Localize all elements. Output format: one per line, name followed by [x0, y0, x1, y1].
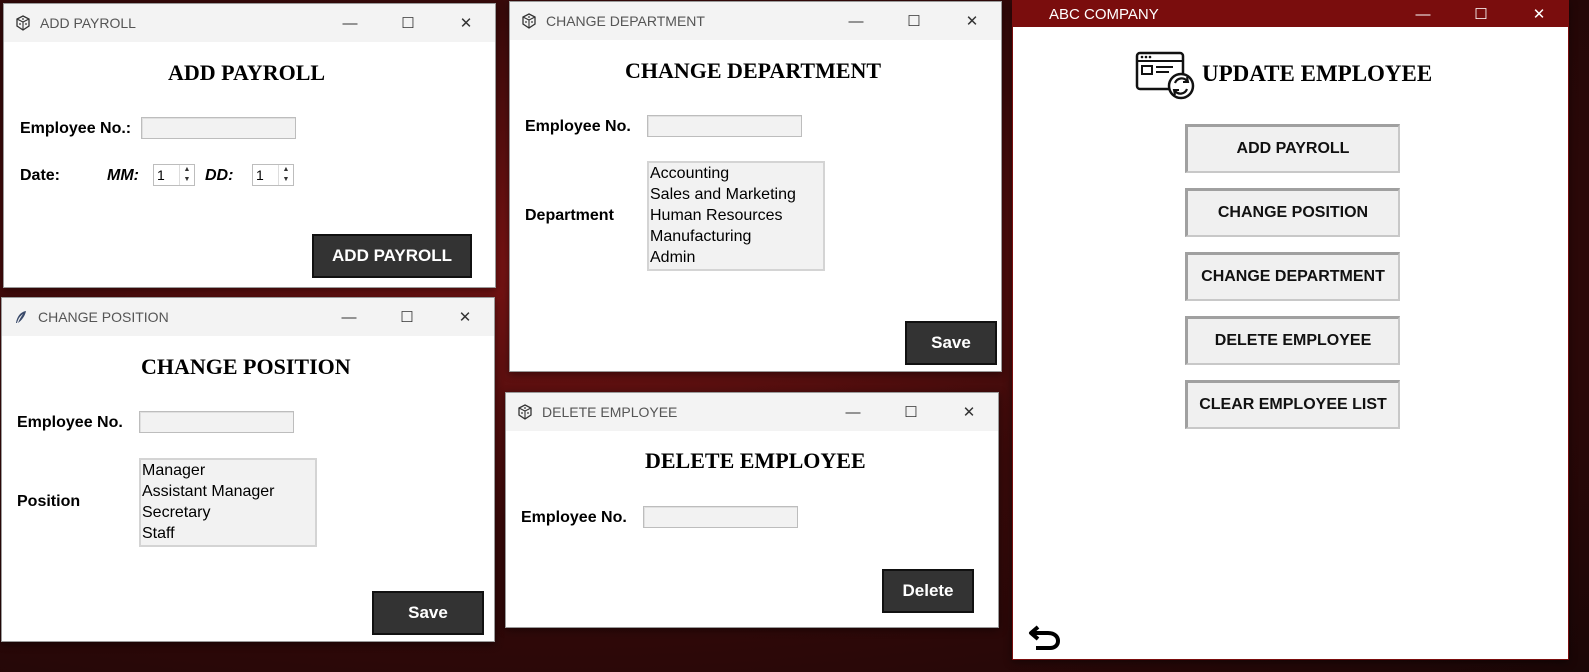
close-icon[interactable]: ✕	[940, 393, 998, 431]
delete-employee-window: DELETE EMPLOYEE — ☐ ✕ DELETE EMPLOYEE Em…	[505, 392, 999, 628]
page-title: DELETE EMPLOYEE	[645, 448, 866, 473]
update-employee-icon	[1135, 50, 1199, 102]
department-label: Department	[525, 207, 614, 224]
abc-company-titlebar[interactable]: ABC COMPANY — ☐ ✕	[1013, 1, 1568, 27]
window-title: CHANGE POSITION	[38, 309, 169, 325]
position-label: Position	[17, 493, 81, 510]
dice-icon	[520, 12, 538, 30]
change-department-window: CHANGE DEPARTMENT — ☐ ✕ CHANGE DEPARTMEN…	[509, 1, 1002, 372]
list-item[interactable]: Admin	[650, 247, 823, 268]
employee-label: Employee No.	[521, 509, 627, 526]
minimize-icon[interactable]: —	[824, 393, 882, 431]
list-item[interactable]: Manufacturing	[650, 226, 823, 247]
change-position-titlebar[interactable]: CHANGE POSITION — ☐ ✕	[2, 298, 494, 336]
month-value: 1	[157, 167, 165, 183]
add-payroll-titlebar[interactable]: ADD PAYROLL — ☐ ✕	[4, 4, 495, 42]
dd-label: DD:	[205, 167, 234, 184]
close-icon[interactable]: ✕	[437, 4, 495, 42]
back-arrow-icon[interactable]	[1028, 621, 1062, 651]
list-item[interactable]: Staff	[142, 523, 315, 544]
maximize-icon[interactable]: ☐	[885, 2, 943, 40]
delete-employee-titlebar[interactable]: DELETE EMPLOYEE — ☐ ✕	[506, 393, 998, 431]
employee-label: Employee No.	[17, 414, 123, 431]
dice-icon	[516, 403, 534, 421]
close-icon[interactable]: ✕	[943, 2, 1001, 40]
minimize-icon[interactable]: —	[321, 4, 379, 42]
add-payroll-window: ADD PAYROLL — ☐ ✕ ADD PAYROLL Employee N…	[3, 3, 496, 288]
minimize-icon[interactable]: —	[320, 298, 378, 336]
employee-label: Employee No.:	[20, 120, 132, 137]
employee-number-input[interactable]	[141, 117, 296, 139]
list-item[interactable]: Human Resources	[650, 205, 823, 226]
minimize-icon[interactable]: —	[1394, 1, 1452, 27]
maximize-icon[interactable]: ☐	[378, 298, 436, 336]
save-button[interactable]: Save	[905, 321, 997, 365]
employee-number-input[interactable]	[139, 411, 294, 433]
change-position-window: CHANGE POSITION — ☐ ✕ CHANGE POSITION Em…	[1, 297, 495, 642]
window-title: ABC COMPANY	[1049, 5, 1159, 23]
maximize-icon[interactable]: ☐	[379, 4, 437, 42]
add-payroll-button[interactable]: ADD PAYROLL	[312, 234, 472, 278]
day-spinbox[interactable]: 1 ▲ ▼	[252, 164, 294, 186]
employee-number-input[interactable]	[647, 115, 802, 137]
list-item[interactable]: Secretary	[142, 502, 315, 523]
change-department-titlebar[interactable]: CHANGE DEPARTMENT — ☐ ✕	[510, 2, 1001, 40]
window-title: DELETE EMPLOYEE	[542, 404, 678, 420]
change-department-button[interactable]: CHANGE DEPARTMENT	[1185, 252, 1400, 301]
dice-icon	[14, 14, 32, 32]
list-item[interactable]: Sales and Marketing	[650, 184, 823, 205]
page-title: UPDATE EMPLOYEE	[1202, 61, 1433, 86]
mm-label: MM:	[107, 167, 139, 184]
close-icon[interactable]: ✕	[1510, 1, 1568, 27]
save-button[interactable]: Save	[372, 591, 484, 635]
position-listbox[interactable]: Manager Assistant Manager Secretary Staf…	[139, 458, 317, 547]
add-payroll-button[interactable]: ADD PAYROLL	[1185, 124, 1400, 173]
maximize-icon[interactable]: ☐	[882, 393, 940, 431]
page-title: ADD PAYROLL	[168, 60, 326, 85]
window-title: ADD PAYROLL	[40, 15, 136, 31]
delete-button[interactable]: Delete	[882, 569, 974, 613]
employee-label: Employee No.	[525, 118, 631, 135]
list-item[interactable]: Accounting	[650, 163, 823, 184]
list-item[interactable]: Manager	[142, 460, 315, 481]
delete-employee-button[interactable]: DELETE EMPLOYEE	[1185, 316, 1400, 365]
page-title: CHANGE DEPARTMENT	[625, 58, 882, 83]
maximize-icon[interactable]: ☐	[1452, 1, 1510, 27]
spin-arrows-icon[interactable]: ▲ ▼	[278, 165, 293, 185]
employee-number-input[interactable]	[643, 506, 798, 528]
page-title: CHANGE POSITION	[141, 354, 351, 379]
feather-icon	[12, 308, 30, 326]
list-item[interactable]: Assistant Manager	[142, 481, 315, 502]
close-icon[interactable]: ✕	[436, 298, 494, 336]
department-listbox[interactable]: Accounting Sales and Marketing Human Res…	[647, 161, 825, 271]
window-title: CHANGE DEPARTMENT	[546, 13, 705, 29]
minimize-icon[interactable]: —	[827, 2, 885, 40]
clear-employee-list-button[interactable]: CLEAR EMPLOYEE LIST	[1185, 380, 1400, 429]
month-spinbox[interactable]: 1 ▲ ▼	[153, 164, 195, 186]
date-label: Date:	[20, 167, 61, 184]
abc-company-window: ABC COMPANY — ☐ ✕ UPDATE EMPLOYEE ADD PA…	[1012, 0, 1569, 660]
change-position-button[interactable]: CHANGE POSITION	[1185, 188, 1400, 237]
spin-arrows-icon[interactable]: ▲ ▼	[179, 165, 194, 185]
day-value: 1	[256, 167, 264, 183]
